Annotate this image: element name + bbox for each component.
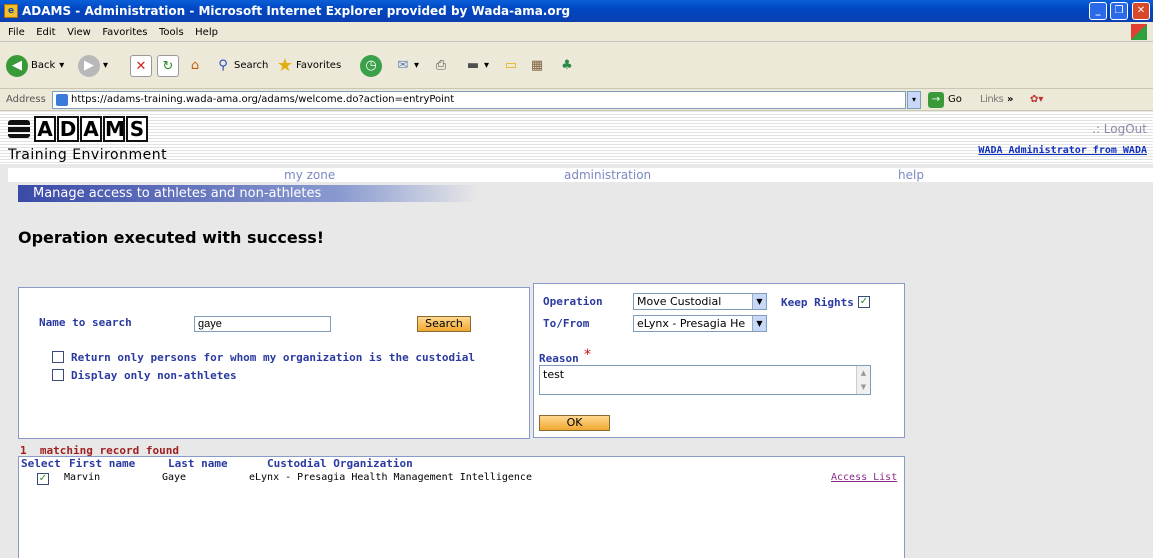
reason-textarea[interactable]: test ▲ ▼ (539, 365, 871, 395)
logo-letter: A (34, 116, 56, 142)
chevron-down-icon: ▼ (752, 316, 766, 331)
home-icon[interactable]: ⌂ (184, 55, 206, 77)
operation-panel: Operation Move Custodial ▼ Keep Rights ✓… (533, 283, 905, 438)
maximize-icon[interactable]: ❐ (1110, 2, 1128, 20)
search-submit-button[interactable]: Search (417, 316, 471, 332)
menu-help[interactable]: Help (195, 27, 218, 38)
logo-letter: A (80, 116, 102, 142)
menu-view[interactable]: View (67, 27, 91, 38)
address-label: Address (6, 94, 46, 105)
name-search-input[interactable] (194, 316, 331, 332)
research-icon[interactable]: ▦ (526, 55, 548, 77)
back-button[interactable]: ◀ Back ▾ (6, 53, 64, 79)
textarea-scrollbar[interactable]: ▲ ▼ (856, 366, 870, 394)
forward-arrow-icon: ▶ (78, 55, 100, 77)
browser-toolbar: ◀ Back ▾ ▶ ▾ ✕ ↻ ⌂ ⚲ Search ★ Favorites ◷ … (0, 43, 1153, 89)
reason-label: Reason (539, 352, 579, 365)
nav-my-zone[interactable]: my zone (284, 168, 335, 182)
ie-app-icon: e (4, 4, 18, 18)
success-message: Operation executed with success! (18, 228, 325, 247)
links-label[interactable]: Links (980, 89, 1004, 111)
stop-icon[interactable]: ✕ (130, 55, 152, 77)
operation-value: Move Custodial (637, 295, 722, 308)
logo-letter: M (103, 116, 125, 142)
minimize-icon[interactable]: _ (1089, 2, 1107, 20)
results-table: Select First name Last name Custodial Or… (18, 456, 905, 558)
non-athletes-checkbox[interactable] (52, 369, 64, 381)
logo-letter: S (126, 116, 148, 142)
keep-rights-checkbox[interactable]: ✓ (858, 296, 870, 308)
edit-icon[interactable]: ▬ (462, 55, 484, 77)
go-arrow-icon[interactable]: → (928, 92, 944, 108)
row-last-name: Gaye (162, 472, 187, 483)
ok-button[interactable]: OK (539, 415, 610, 431)
required-marker: * (584, 347, 591, 363)
history-icon[interactable]: ◷ (360, 55, 382, 77)
nav-administration[interactable]: administration (564, 168, 651, 182)
address-dropdown-icon[interactable]: ▾ (907, 91, 921, 109)
forward-button[interactable]: ▶ ▾ (78, 53, 108, 79)
chevron-right-icon[interactable]: » (1007, 89, 1013, 111)
logo-letter: D (57, 116, 79, 142)
custodial-only-label: Return only persons for whom my organiza… (71, 351, 475, 364)
custodial-only-checkbox[interactable] (52, 351, 64, 363)
row-first-name: Marvin (64, 472, 101, 483)
adams-logo: A D A M S (8, 116, 149, 142)
row-select-checkbox[interactable]: ✓ (37, 473, 49, 485)
favorites-button[interactable]: ★ Favorites (274, 53, 341, 79)
column-header-select: Select (21, 457, 61, 470)
menu-favorites[interactable]: Favorites (102, 27, 147, 38)
column-header-last-name[interactable]: Last name (168, 457, 228, 470)
back-arrow-icon: ◀ (6, 55, 28, 77)
address-url: https://adams-training.wada-ama.org/adam… (71, 94, 455, 105)
messenger-icon[interactable]: ♣ (556, 55, 578, 77)
go-button[interactable]: Go (948, 89, 962, 111)
main-nav: my zone administration help (8, 168, 1153, 182)
search-icon: ⚲ (218, 58, 228, 73)
back-label: Back (31, 60, 56, 71)
menu-file[interactable]: File (8, 27, 25, 38)
logout-link[interactable]: .: LogOut (1092, 122, 1147, 136)
menu-tools[interactable]: Tools (159, 27, 184, 38)
access-list-link[interactable]: Access List (831, 472, 897, 483)
search-panel: Name to search Search Return only person… (18, 287, 530, 439)
menu-edit[interactable]: Edit (36, 27, 55, 38)
operation-select[interactable]: Move Custodial ▼ (633, 293, 767, 310)
reason-value: test (543, 368, 565, 381)
close-icon[interactable]: ✕ (1132, 2, 1150, 20)
user-link[interactable]: WADA Administrator from WADA (978, 145, 1147, 156)
adams-header: A D A M S Training Environment .: LogOut… (0, 112, 1153, 164)
to-from-select[interactable]: eLynx - Presagia He ▼ (633, 315, 767, 332)
training-environment-label: Training Environment (8, 147, 168, 163)
window-titlebar: e ADAMS - Administration - Microsoft Int… (0, 0, 1153, 22)
print-icon[interactable]: ⎙ (430, 55, 452, 77)
search-button[interactable]: ⚲ Search (212, 53, 268, 79)
mail-icon[interactable]: ✉ (392, 55, 414, 77)
keep-rights-label: Keep Rights (781, 296, 854, 309)
chevron-down-icon: ▼ (752, 294, 766, 309)
window-title: ADAMS - Administration - Microsoft Inter… (22, 4, 571, 18)
address-bar: Address https://adams-training.wada-ama.… (0, 89, 1153, 111)
section-title: Manage access to athletes and non-athlet… (18, 185, 478, 202)
name-to-search-label: Name to search (39, 316, 132, 329)
row-custodial-org: eLynx - Presagia Health Management Intel… (249, 472, 532, 483)
page-icon (56, 94, 68, 106)
non-athletes-label: Display only non-athletes (71, 369, 237, 382)
refresh-icon[interactable]: ↻ (157, 55, 179, 77)
favorites-star-icon: ★ (276, 55, 294, 76)
column-header-first-name[interactable]: First name (69, 457, 135, 470)
favorites-label: Favorites (296, 60, 342, 71)
column-header-custodial-org[interactable]: Custodial Organization (267, 457, 413, 470)
folder-icon[interactable]: ▭ (500, 55, 522, 77)
windows-logo-icon (1131, 24, 1147, 40)
to-from-value: eLynx - Presagia He (637, 317, 746, 330)
menu-bar: File Edit View Favorites Tools Help (0, 22, 1153, 42)
addon-icon[interactable]: ✿▾ (1030, 89, 1043, 111)
operation-label: Operation (543, 295, 603, 308)
to-from-label: To/From (543, 317, 590, 330)
logo-lines-icon (8, 120, 30, 138)
search-label: Search (234, 60, 269, 71)
nav-help[interactable]: help (898, 168, 924, 182)
address-input[interactable]: https://adams-training.wada-ama.org/adam… (52, 91, 906, 109)
